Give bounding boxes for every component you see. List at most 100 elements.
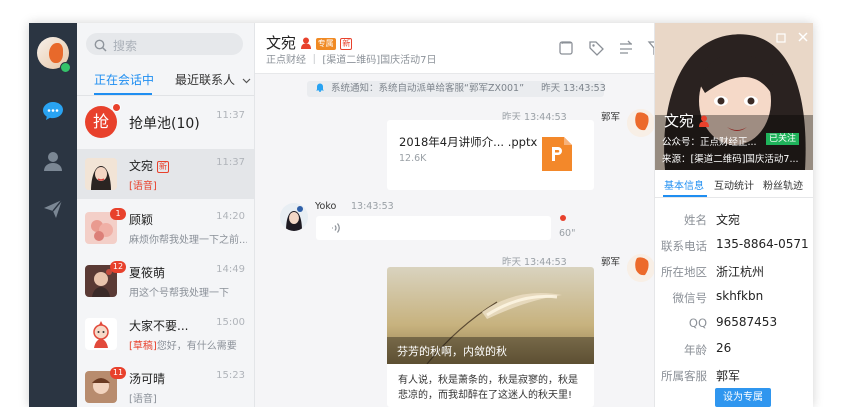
chat-title-text: 文宛 (266, 34, 297, 52)
field-label: QQ (688, 316, 707, 330)
grab-pool-avatar: 抢 (85, 106, 117, 138)
conversation-tabs: 正在会话中 最近联系人 (77, 65, 254, 96)
conversation-time: 11:37 (216, 110, 245, 121)
file-message-bubble[interactable]: 2018年4月讲师介... .pptx 12.6K (387, 120, 594, 190)
unread-badge: 1 (110, 208, 126, 220)
voice-time: 13:43:53 (351, 201, 394, 212)
system-notice-text: 系统通知：系统自动派单给客服“郭军ZX001” (331, 83, 525, 94)
conversation-name: 顾颖 (129, 213, 154, 227)
send-icon[interactable] (41, 197, 65, 221)
voice-wave-icon (332, 223, 340, 233)
close-icon[interactable] (797, 28, 809, 47)
conversation-list-panel: 搜索 正在会话中 最近联系人 抢 抢单池(10) 11:37 文宛新 11:37… (77, 23, 255, 407)
tab-basic-info[interactable]: 基本信息 (664, 177, 704, 192)
name-text: 文宛 (129, 159, 154, 173)
voice-message-bubble[interactable] (316, 216, 551, 240)
field-label: 联系电话 (661, 239, 707, 253)
exclusive-tag: 专属 (315, 38, 336, 50)
search-placeholder: 搜索 (113, 39, 138, 53)
unread-badge: 11 (110, 367, 126, 379)
field-value: 135-8864-0571 (716, 237, 809, 251)
unread-badge: 12 (110, 261, 126, 273)
conversation-name: 夏筱萌 (129, 266, 166, 280)
preview-text: 您好，有什么需要 (156, 341, 237, 352)
conversation-preview: 麻烦你帮我处理一下之前... (129, 235, 247, 246)
conversation-item-tangkeqing[interactable]: 11 汤可晴 15:23 [语音] (77, 362, 254, 407)
new-tag: 新 (157, 160, 170, 173)
conversation-time: 11:37 (216, 157, 245, 168)
profile-panel: 文宛 公众号：正点财经正... 已关注 来源：[渠道二维码]国庆活动7... 基… (654, 23, 813, 407)
profile-public-account: 公众号：正点财经正... (662, 137, 757, 148)
chat-title: 文宛 专属 新 (266, 32, 353, 53)
conversation-name: 抢单池(10) (129, 116, 200, 132)
chat-icon[interactable] (41, 99, 65, 123)
voice-duration: 60" (559, 228, 576, 239)
conversation-item-grab-pool[interactable]: 抢 抢单池(10) 11:37 (77, 96, 254, 146)
profile-tabs: 基本信息 互动统计 粉丝轨迹 (655, 175, 813, 198)
profile-name: 文宛 (664, 110, 709, 131)
followed-badge: 已关注 (766, 133, 800, 145)
tab-interaction-stats[interactable]: 互动统计 (714, 177, 754, 192)
field-value: 26 (716, 341, 732, 355)
system-notice-time: 昨天 13:43:53 (541, 83, 606, 94)
field-value: skhfkbn (716, 289, 764, 303)
conversation-preview: [语音] (129, 181, 157, 192)
nav-rail (29, 23, 77, 407)
article-card[interactable]: 芬芳的秋啊，内敛的秋 有人说，秋是萧条的，秋是寂寥的，秋是悲凉的，而我却醉在了这… (387, 267, 594, 407)
avatar (85, 158, 117, 190)
field-label: 所属客服 (661, 369, 707, 383)
field-label: 姓名 (684, 213, 707, 227)
conversation-time: 15:00 (216, 317, 245, 328)
profile-portrait: 文宛 公众号：正点财经正... 已关注 来源：[渠道二维码]国庆活动7... (655, 23, 813, 170)
bell-icon (316, 83, 324, 92)
message-sender: 郭军 (601, 257, 621, 268)
conversation-item-dajia[interactable]: 大家不要... 15:00 [草稿]您好，有什么需要 (77, 309, 254, 359)
file-name: 2018年4月讲师介... .pptx (399, 135, 538, 149)
pin-icon[interactable] (775, 29, 787, 48)
agent-avatar (627, 109, 655, 137)
tab-recent-label: 最近联系人 (175, 73, 236, 87)
conversation-name: 大家不要... (129, 319, 189, 333)
agent-avatar (627, 254, 655, 282)
system-notice: 系统通知：系统自动派单给客服“郭军ZX001” 昨天 13:43:53 (307, 81, 606, 97)
unread-dot (112, 103, 121, 112)
window-icon[interactable] (557, 39, 575, 57)
field-value: 96587453 (716, 315, 778, 329)
avatar (85, 318, 117, 350)
conversation-item-xiaxiaomeng[interactable]: 12 夏筱萌 14:49 用这个号帮我处理一下 (77, 256, 254, 306)
set-exclusive-button[interactable]: 设为专属 (715, 388, 771, 407)
tab-fan-track[interactable]: 粉丝轨迹 (763, 177, 803, 192)
conversation-preview: 用这个号帮我处理一下 (129, 288, 229, 299)
female-user-icon (300, 37, 311, 49)
online-status-dot (60, 62, 71, 73)
field-value: 郭军 (716, 369, 741, 383)
ppt-file-icon (542, 137, 572, 175)
female-user-icon (698, 115, 709, 127)
tag-icon[interactable] (587, 39, 605, 57)
article-cover-image: 芬芳的秋啊，内敛的秋 (387, 267, 594, 365)
field-value: 浙江杭州 (716, 265, 765, 279)
search-box[interactable]: 搜索 (86, 33, 243, 55)
chevron-down-icon (242, 78, 251, 84)
active-tab-indicator (94, 93, 152, 95)
field-label: 所在地区 (661, 265, 707, 279)
voice-sender: Yoko (315, 201, 337, 212)
field-value: 文宛 (716, 213, 741, 227)
conversation-item-wenwan[interactable]: 文宛新 11:37 [语音] (77, 149, 254, 199)
chat-subtitle: 正点财经 ｜ [渠道二维码]国庆活动7日 (266, 55, 437, 66)
tab-divider (655, 197, 813, 198)
tab-recent-contacts[interactable]: 最近联系人 (175, 71, 251, 88)
field-label: 微信号 (672, 291, 708, 305)
message-sender: 郭军 (601, 112, 621, 123)
new-tag: 新 (340, 38, 353, 50)
profile-name-text: 文宛 (664, 112, 695, 130)
tab-active-sessions[interactable]: 正在会话中 (94, 71, 154, 88)
conversation-name: 汤可晴 (129, 372, 166, 386)
transfer-icon[interactable] (617, 39, 635, 57)
conversation-time: 14:20 (216, 211, 245, 222)
contacts-icon[interactable] (41, 149, 65, 173)
conversation-time: 14:49 (216, 264, 245, 275)
conversation-item-guying[interactable]: 1 顾颖 14:20 麻烦你帮我处理一下之前... (77, 203, 254, 253)
field-label: 年龄 (684, 343, 707, 357)
conversation-preview: [语音] (129, 394, 157, 405)
